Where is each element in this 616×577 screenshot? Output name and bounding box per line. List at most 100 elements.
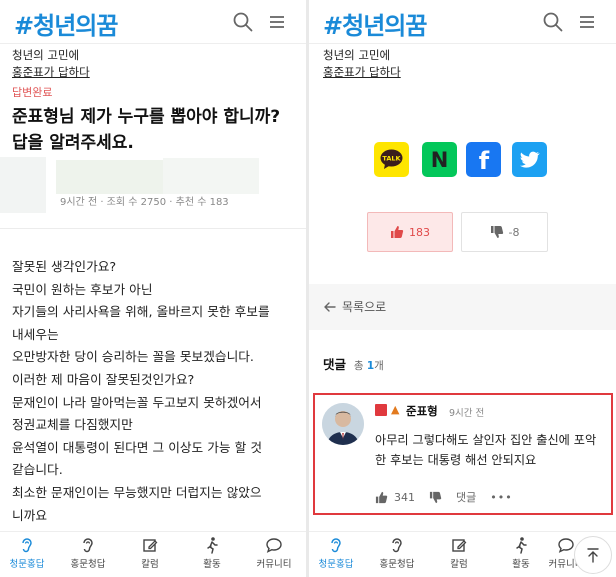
nav-label: 칼럼 [141, 559, 159, 570]
comments-label: 댓글 [323, 357, 347, 372]
kakaotalk-label: TALK [382, 155, 401, 163]
nav-label: 활동 [203, 559, 221, 570]
nav-item-column[interactable]: 칼럼 [119, 536, 181, 570]
twitter-icon [512, 142, 547, 177]
ear-icon [392, 538, 402, 553]
breadcrumb-link[interactable]: 홍준표가 답하다 [12, 64, 90, 80]
nav-item-hongmun-cheongdap[interactable]: 홍문청답 [57, 536, 119, 570]
share-naver-button[interactable]: N [422, 142, 457, 177]
top-bar: #청년의꿈 [0, 0, 306, 44]
comment-like-count: 341 [394, 490, 415, 504]
top-bar: #청년의꿈 [309, 0, 616, 44]
arrow-left-icon [324, 301, 336, 312]
naver-label: N [431, 148, 449, 172]
share-kakaotalk-button[interactable]: TALK [374, 142, 409, 177]
share-twitter-button[interactable] [512, 142, 547, 177]
back-label: 목록으로 [342, 300, 387, 314]
arrow-up-icon [587, 548, 599, 563]
comments-total: 총 1개 [354, 360, 384, 372]
blurred-author-block [163, 158, 259, 194]
badge-icon [375, 404, 387, 416]
naver-icon: N [422, 142, 457, 177]
thumbs-down-icon [490, 226, 503, 238]
comment-actions: 341 댓글 ••• [375, 489, 513, 505]
walking-icon [516, 537, 527, 554]
post-meta: 9시간 전 · 조회 수 2750 · 추천 수 183 [60, 197, 229, 208]
breadcrumb-line1: 청년의 고민에 [12, 48, 80, 62]
body-line: 니까요 [12, 507, 48, 523]
body-line: 같습니다. [12, 462, 63, 478]
more-options-icon[interactable]: ••• [490, 491, 512, 504]
nav-item-cheongmun-hongdap[interactable]: 청문홍답 [0, 536, 58, 570]
status-badge: 답변완료 [12, 86, 53, 99]
blurred-author-block [0, 157, 46, 213]
nav-label: 청문홍답 [318, 559, 354, 570]
kakaotalk-icon: TALK [374, 142, 409, 177]
right-screen: #청년의꿈 청년의 고민에 홍준표가 답하다 TALK N f 183 -8 목… [309, 0, 616, 577]
hamburger-menu-icon[interactable] [576, 11, 598, 33]
nav-item-community[interactable]: 커뮤니티 [243, 536, 305, 570]
bottom-nav: 청문홍답 홍문청답 칼럼 활동 커뮤니티 [309, 531, 616, 577]
comment-time: 9시간 전 [449, 408, 485, 419]
logo[interactable]: #청년의꿈 [323, 6, 427, 41]
nav-label: 활동 [512, 559, 530, 570]
nav-item-hongmun-cheongdap[interactable]: 홍문청답 [366, 536, 428, 570]
chat-icon [266, 538, 282, 553]
logo[interactable]: #청년의꿈 [14, 6, 118, 41]
body-line: 자기들의 사리사욕을 위해, 올바르지 못한 후보를 [12, 304, 270, 320]
hamburger-menu-icon[interactable] [266, 11, 288, 33]
comment-reply-button[interactable]: 댓글 [456, 489, 476, 505]
nav-label: 청문홍답 [9, 559, 45, 570]
post-body: 잘못된 생각인가요? 국민이 원하는 후보가 아닌 자기들의 사리사욕을 위해,… [12, 256, 302, 527]
divider [0, 228, 306, 229]
comments-total-prefix: 총 [353, 360, 364, 372]
ear-icon [331, 538, 341, 553]
body-line: 이러한 제 마음이 잘못된것인가요? [12, 371, 195, 387]
back-to-list-link[interactable]: 목록으로 [323, 298, 386, 315]
pencil-icon [452, 539, 467, 552]
ear-icon [83, 538, 93, 553]
upvote-count: 183 [409, 225, 430, 239]
body-line: 문재인이 나라 말아먹는꼴 두고보지 못하겠어서 [12, 394, 262, 410]
avatar-image [322, 403, 364, 445]
comment-text: 아무리 그렇다해도 살인자 집안 출신에 포악한 후보는 대통령 해선 안되지요 [375, 433, 597, 467]
back-row: 목록으로 [309, 284, 616, 330]
downvote-count: -8 [508, 225, 520, 239]
body-line: 내세우는 [12, 326, 59, 342]
breadcrumb-line1: 청년의 고민에 [323, 48, 391, 62]
thumbs-down-icon[interactable] [429, 491, 442, 504]
bottom-nav: 청문홍답 홍문청답 칼럼 활동 커뮤니티 [0, 531, 306, 577]
downvote-button[interactable]: -8 [461, 212, 548, 252]
share-facebook-button[interactable]: f [466, 142, 501, 177]
body-line: 국민이 원하는 후보가 아닌 [12, 281, 153, 297]
body-line: 오만방자한 당이 승리하는 꼴을 못보겠습니다. [12, 349, 254, 365]
question-title: 준표형님 제가 누구를 뽑아야 합니까? 답을 알려주세요. [12, 107, 281, 153]
upvote-button[interactable]: 183 [367, 212, 453, 252]
breadcrumb-link[interactable]: 홍준표가 답하다 [323, 64, 401, 80]
thumbs-up-icon [391, 226, 404, 238]
search-icon[interactable] [542, 11, 564, 33]
fire-icon: ▲ [391, 403, 400, 416]
body-line: 윤석열이 대통령이 된다면 그 이상도 가능 할 것 [12, 439, 263, 455]
comment-item: ▲ 준표형 9시간 전 아무리 그렇다해도 살인자 집안 출신에 포악한 후보는… [313, 393, 613, 515]
facebook-icon: f [466, 142, 501, 177]
scroll-to-top-button[interactable] [574, 536, 612, 574]
nav-label: 홍문청답 [70, 559, 106, 570]
body-line: 정권교체를 다짐했지만 [12, 417, 133, 433]
blurred-author-block [56, 160, 163, 194]
nav-item-column[interactable]: 칼럼 [428, 536, 490, 570]
comments-total-suffix: 개 [374, 360, 384, 372]
nav-label: 칼럼 [450, 559, 468, 570]
comments-header: 댓글 총 1개 [323, 354, 384, 373]
search-icon[interactable] [232, 11, 254, 33]
comment-author[interactable]: 준표형 [406, 403, 438, 419]
nav-item-cheongmun-hongdap[interactable]: 청문홍답 [309, 536, 367, 570]
walking-icon [207, 537, 218, 554]
left-screen: #청년의꿈 청년의 고민에 홍준표가 답하다 답변완료 준표형님 제가 누구를 … [0, 0, 306, 577]
nav-item-activity[interactable]: 활동 [181, 536, 243, 570]
thumbs-up-icon[interactable] [375, 491, 388, 504]
avatar [322, 403, 364, 445]
chat-icon [558, 538, 574, 553]
nav-label: 커뮤니티 [256, 559, 292, 570]
ear-icon [22, 538, 32, 553]
